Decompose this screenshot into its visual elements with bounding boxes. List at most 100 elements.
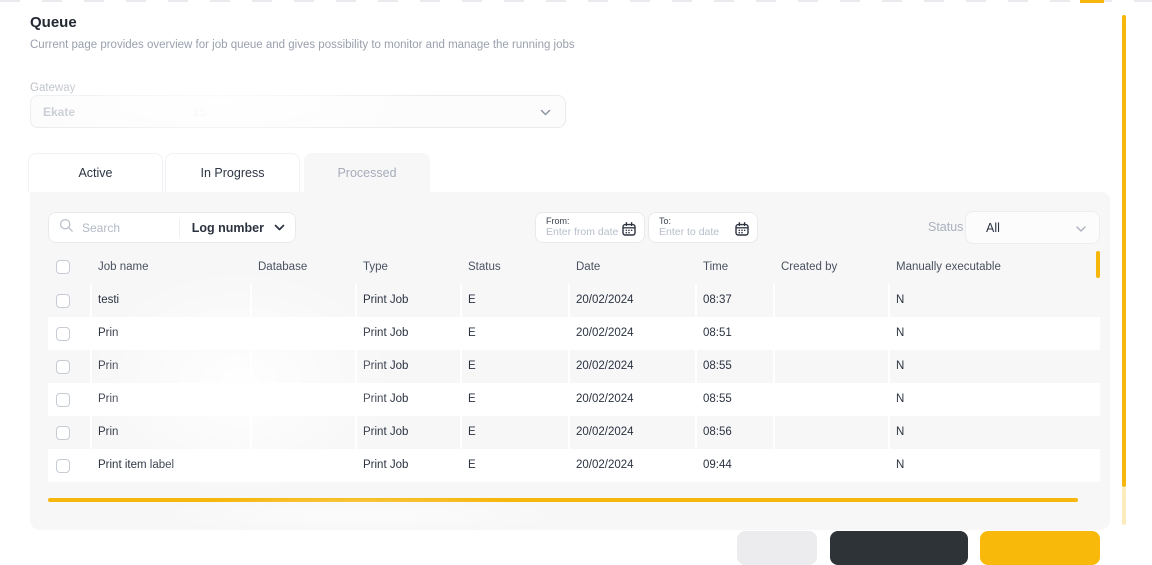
- chevron-down-icon: [540, 109, 551, 116]
- cell-manually-executable: N: [888, 317, 1100, 350]
- row-checkbox-cell: [48, 317, 90, 350]
- cell-created-by: [773, 350, 888, 383]
- from-date-field[interactable]: From: Enter from date: [535, 212, 645, 243]
- cell-database: [250, 416, 355, 449]
- cell-type: Print Job: [355, 383, 460, 416]
- cell-status: E: [460, 449, 568, 482]
- row-checkbox[interactable]: [56, 327, 70, 341]
- top-dashed-border: [0, 0, 1152, 2]
- cell-manually-executable: N: [888, 449, 1100, 482]
- cell-created-by: [773, 449, 888, 482]
- chevron-down-icon[interactable]: [274, 224, 285, 231]
- page-vertical-scrollbar[interactable]: [1122, 15, 1126, 487]
- calendar-icon[interactable]: [622, 222, 636, 236]
- cell-type: Print Job: [355, 449, 460, 482]
- row-checkbox[interactable]: [56, 294, 70, 308]
- cell-manually-executable: N: [888, 350, 1100, 383]
- cell-created-by: [773, 317, 888, 350]
- cell-time: 08:56: [695, 416, 773, 449]
- cell-status: E: [460, 284, 568, 317]
- select-all-cell: [48, 250, 90, 284]
- search-input[interactable]: Search Log number: [48, 212, 296, 243]
- table-header: Job nameDatabaseTypeStatusDateTimeCreate…: [48, 250, 1100, 284]
- tab-bar: ActiveIn ProgressProcessed: [28, 153, 430, 192]
- search-category-dropdown[interactable]: Log number: [180, 221, 274, 235]
- calendar-icon[interactable]: [735, 222, 749, 236]
- row-checkbox-cell: [48, 350, 90, 383]
- cell-job-name: testi: [90, 284, 250, 317]
- horizontal-scrollbar[interactable]: [48, 498, 1078, 502]
- cell-date: 20/02/2024: [568, 350, 695, 383]
- cell-date: 20/02/2024: [568, 449, 695, 482]
- footer-button-dark[interactable]: [830, 531, 968, 565]
- gateway-dropdown[interactable]: Ekate 15: [30, 95, 566, 128]
- page-scrollbar-track[interactable]: [1122, 487, 1126, 525]
- cell-type: Print Job: [355, 317, 460, 350]
- cell-job-name: Prin: [90, 416, 250, 449]
- table-row: PrinPrint JobE20/02/202408:56N: [48, 416, 1100, 449]
- column-header-job-name: Job name: [90, 250, 250, 284]
- tab-active[interactable]: Active: [28, 153, 163, 192]
- status-label: Status: [928, 212, 963, 243]
- cell-job-name: Prin: [90, 317, 250, 350]
- cell-status: E: [460, 416, 568, 449]
- row-checkbox-cell: [48, 449, 90, 482]
- row-checkbox-cell: [48, 383, 90, 416]
- chevron-down-icon: [1076, 226, 1086, 232]
- cell-date: 20/02/2024: [568, 317, 695, 350]
- row-checkbox[interactable]: [56, 426, 70, 440]
- tab-processed[interactable]: Processed: [304, 153, 430, 192]
- status-dropdown[interactable]: All: [965, 211, 1100, 244]
- gateway-faint-text: 15: [193, 105, 206, 119]
- cell-date: 20/02/2024: [568, 284, 695, 317]
- gateway-value: Ekate: [43, 105, 75, 119]
- row-checkbox[interactable]: [56, 459, 70, 473]
- column-header-database: Database: [250, 250, 355, 284]
- cell-database: [250, 350, 355, 383]
- table-row: Prin Print JobE20/02/202408:51 N: [48, 317, 1100, 350]
- table-row: Print item labelPrint JobE20/02/202409:4…: [48, 449, 1100, 482]
- column-header-created-by: Created by: [773, 250, 888, 284]
- search-icon: [59, 218, 74, 238]
- column-header-status: Status: [460, 250, 568, 284]
- cell-job-name: Prin: [90, 383, 250, 416]
- column-header-date: Date: [568, 250, 695, 284]
- row-checkbox[interactable]: [56, 393, 70, 407]
- row-checkbox-cell: [48, 416, 90, 449]
- cell-created-by: [773, 383, 888, 416]
- column-header-manually-executable: Manually executable: [888, 250, 1100, 284]
- cell-manually-executable: N: [888, 284, 1100, 317]
- cell-status: E: [460, 383, 568, 416]
- cell-type: Print Job: [355, 350, 460, 383]
- footer-button-primary[interactable]: [980, 531, 1100, 565]
- table-body: testiPrint JobE20/02/202408:37NPrinPrint…: [48, 284, 1100, 482]
- cell-database: [250, 284, 355, 317]
- table-vertical-scrollbar[interactable]: [1096, 251, 1100, 278]
- page-subtitle: Current page provides overview for job q…: [30, 39, 575, 51]
- status-value: All: [986, 221, 1000, 235]
- cell-time: 08:37: [695, 284, 773, 317]
- cell-manually-executable: N: [888, 383, 1100, 416]
- gateway-label: Gateway: [30, 82, 75, 94]
- column-header-type: Type: [355, 250, 460, 284]
- cell-status: E: [460, 317, 568, 350]
- cell-created-by: [773, 284, 888, 317]
- cell-database: [250, 317, 355, 350]
- cell-type: Print Job: [355, 416, 460, 449]
- footer-button-secondary[interactable]: [737, 531, 817, 565]
- cell-job-name: Print item label: [90, 449, 250, 482]
- search-placeholder: Search: [82, 221, 120, 235]
- to-date-field[interactable]: To: Enter to date: [648, 212, 758, 243]
- cell-manually-executable: N: [888, 416, 1100, 449]
- table-row: PrinPrint JobE20/02/202408:55N: [48, 383, 1100, 416]
- cell-created-by: [773, 416, 888, 449]
- tab-in-progress[interactable]: In Progress: [165, 153, 300, 192]
- cell-time: 08:55: [695, 383, 773, 416]
- table-row: PrinPrint JobE20/02/202408:55N: [48, 350, 1100, 383]
- cell-type: Print Job: [355, 284, 460, 317]
- select-all-checkbox[interactable]: [56, 260, 70, 274]
- top-accent-dash: [1080, 0, 1104, 3]
- page-title: Queue: [30, 14, 77, 31]
- cell-time: 08:51: [695, 317, 773, 350]
- row-checkbox[interactable]: [56, 360, 70, 374]
